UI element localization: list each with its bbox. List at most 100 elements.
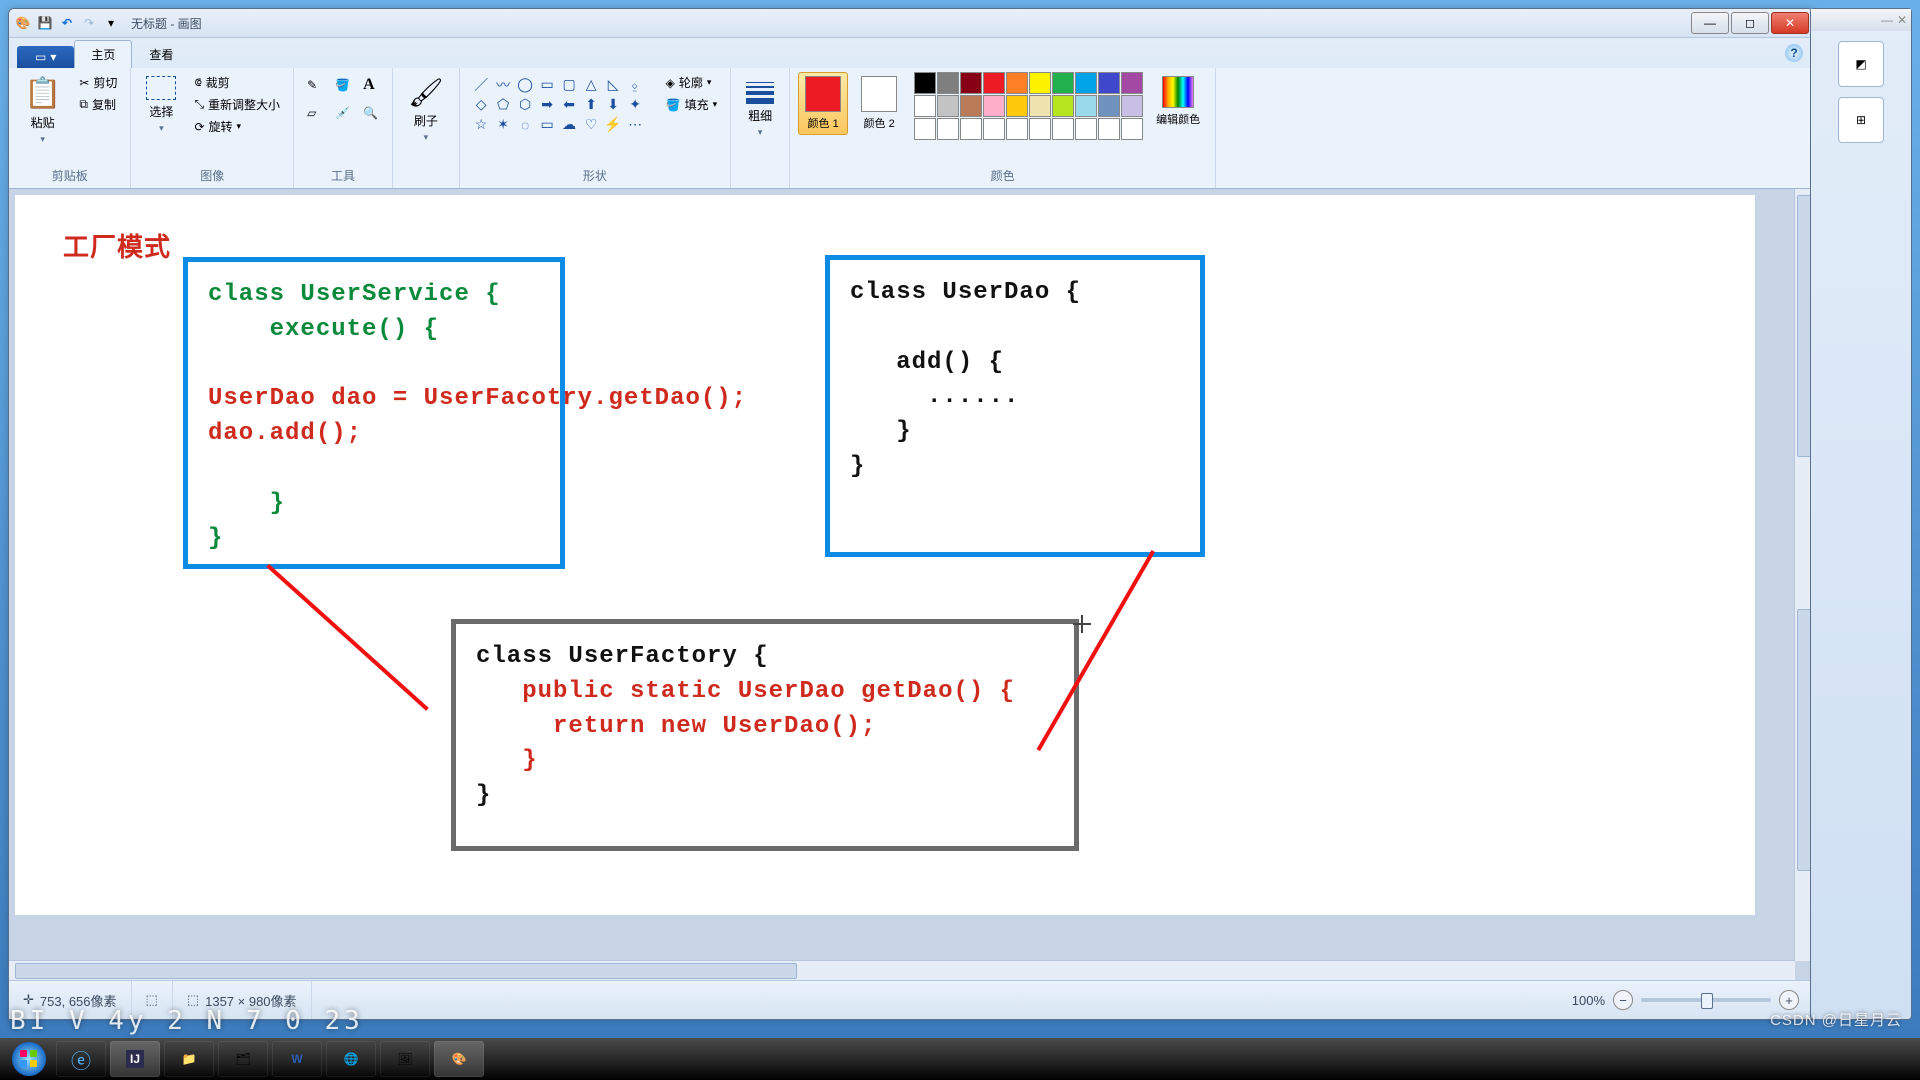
color-swatch[interactable] <box>1006 95 1028 117</box>
color1-button[interactable]: 颜色 1 <box>798 72 848 135</box>
copy-button[interactable]: ⧉复制 <box>74 94 122 115</box>
shapes-gallery[interactable]: ／ 〰 ◯ ▭ ▢ △ ◺ ⍚ ◇ ⬠ ⬡ ➡ ⬅ <box>468 72 649 137</box>
color-swatch[interactable] <box>1075 95 1097 117</box>
taskbar-ie[interactable]: ⓔ <box>56 1041 106 1077</box>
color-swatch[interactable] <box>1006 72 1028 94</box>
color-swatch[interactable] <box>937 95 959 117</box>
color-swatch[interactable] <box>960 118 982 140</box>
save-button[interactable]: 💾 <box>35 13 55 33</box>
shape-lightning[interactable]: ⚡ <box>603 115 624 134</box>
color-swatch[interactable] <box>1052 118 1074 140</box>
zoom-slider[interactable] <box>1641 998 1771 1002</box>
color-swatch[interactable] <box>983 95 1005 117</box>
close-button[interactable]: ✕ <box>1771 12 1809 34</box>
taskbar-paint[interactable]: 🎨 <box>434 1041 484 1077</box>
app-icon[interactable]: 🎨 <box>13 13 33 33</box>
fill-tool[interactable]: 🪣 <box>330 72 356 98</box>
color-swatch[interactable] <box>1098 72 1120 94</box>
taskbar-chrome[interactable]: 🌐 <box>326 1041 376 1077</box>
color-swatch[interactable] <box>914 95 936 117</box>
color-swatch[interactable] <box>1029 95 1051 117</box>
shape-rtriangle[interactable]: ◺ <box>603 75 624 94</box>
color-swatch[interactable] <box>960 72 982 94</box>
shape-triangle[interactable]: △ <box>581 75 602 94</box>
shape-oval[interactable]: ◯ <box>515 75 536 94</box>
color-swatch[interactable] <box>1029 118 1051 140</box>
crop-button[interactable]: ⟃裁剪 <box>189 72 285 93</box>
shape-arrow-u[interactable]: ⬆ <box>581 95 602 114</box>
color-swatch[interactable] <box>983 72 1005 94</box>
scrollbar-thumb[interactable] <box>1797 195 1811 457</box>
taskbar-word[interactable]: W <box>272 1041 322 1077</box>
scrollbar-thumb-2[interactable] <box>1797 609 1811 871</box>
shape-4star[interactable]: ✦ <box>625 95 646 114</box>
shape-polygon[interactable]: ⍚ <box>625 75 646 94</box>
picker-tool[interactable]: 💉 <box>330 100 356 126</box>
shape-5star[interactable]: ☆ <box>471 115 492 134</box>
shape-diamond[interactable]: ◇ <box>471 95 492 114</box>
color-swatch[interactable] <box>1121 118 1143 140</box>
taskbar-explorer[interactable]: 🗂 <box>218 1041 268 1077</box>
resize-button[interactable]: ⤡重新调整大小 <box>189 94 285 115</box>
outline-button[interactable]: ◈轮廓▾ <box>661 72 723 93</box>
edit-colors-button[interactable]: 编辑颜色 <box>1149 72 1207 131</box>
undo-button[interactable]: ↶ <box>57 13 77 33</box>
color-swatch[interactable] <box>1006 118 1028 140</box>
start-button[interactable] <box>6 1040 52 1078</box>
color-swatch[interactable] <box>1121 95 1143 117</box>
shape-hexagon[interactable]: ⬡ <box>515 95 536 114</box>
color-swatch[interactable] <box>1052 95 1074 117</box>
size-button[interactable]: 粗细 ▾ <box>739 72 781 142</box>
color-swatch[interactable] <box>914 118 936 140</box>
color2-button[interactable]: 颜色 2 <box>854 72 904 135</box>
color-swatch[interactable] <box>1029 72 1051 94</box>
zoom-in-button[interactable]: + <box>1779 990 1799 1010</box>
shape-line[interactable]: ／ <box>471 75 492 94</box>
horizontal-scrollbar[interactable] <box>9 960 1795 981</box>
brush-button[interactable]: 🖌 刷子 ▾ <box>401 72 451 147</box>
color-swatch[interactable] <box>960 95 982 117</box>
color-swatch[interactable] <box>914 72 936 94</box>
color-swatch[interactable] <box>1098 95 1120 117</box>
file-tab[interactable]: ▭ ▾ <box>17 46 74 68</box>
taskbar-ide[interactable]: IJ <box>110 1041 160 1077</box>
shape-arrow-d[interactable]: ⬇ <box>603 95 624 114</box>
panel-close-icon[interactable]: ✕ <box>1897 13 1907 27</box>
fill-button[interactable]: 🪣填充▾ <box>661 94 723 115</box>
shape-callout-round[interactable]: ◌ <box>515 115 536 134</box>
eraser-tool[interactable]: ▱ <box>302 100 328 126</box>
help-button[interactable]: ? <box>1785 44 1803 62</box>
color-swatch[interactable] <box>1075 118 1097 140</box>
tab-home[interactable]: 主页 <box>74 40 132 68</box>
paste-button[interactable]: 📋 粘贴 ▾ <box>17 72 68 149</box>
color-swatch[interactable] <box>983 118 1005 140</box>
select-button[interactable]: 选择 ▾ <box>139 72 183 138</box>
shape-arrow-r[interactable]: ➡ <box>537 95 558 114</box>
taskbar-app2[interactable]: 🖼 <box>380 1041 430 1077</box>
color-swatch[interactable] <box>1052 72 1074 94</box>
shape-heart[interactable]: ♡ <box>581 115 602 134</box>
zoom-tool[interactable]: 🔍 <box>358 100 384 126</box>
cut-button[interactable]: ✂剪切 <box>74 72 122 93</box>
text-tool[interactable]: A <box>358 72 384 98</box>
taskbar-app1[interactable]: 📁 <box>164 1041 214 1077</box>
color-swatch[interactable] <box>937 118 959 140</box>
zoom-out-button[interactable]: − <box>1613 990 1633 1010</box>
shape-pentagon[interactable]: ⬠ <box>493 95 514 114</box>
color-swatch[interactable] <box>1098 118 1120 140</box>
redo-button[interactable]: ↷ <box>79 13 99 33</box>
maximize-button[interactable]: ◻ <box>1731 12 1769 34</box>
shape-callout-cloud[interactable]: ☁ <box>559 115 580 134</box>
minimize-button[interactable]: — <box>1691 12 1729 34</box>
shape-roundrect[interactable]: ▢ <box>559 75 580 94</box>
color-swatch[interactable] <box>1075 72 1097 94</box>
color-swatch[interactable] <box>1121 72 1143 94</box>
tab-view[interactable]: 查看 <box>132 40 190 68</box>
color-swatch[interactable] <box>937 72 959 94</box>
canvas[interactable]: 工厂模式 class UserService { execute() { Use… <box>15 195 1755 915</box>
pencil-tool[interactable]: ✎ <box>302 72 328 98</box>
rotate-button[interactable]: ⟳旋转▾ <box>189 116 285 137</box>
qat-dropdown[interactable]: ▾ <box>101 13 121 33</box>
shape-more[interactable]: ⋯ <box>625 115 646 134</box>
shape-rect[interactable]: ▭ <box>537 75 558 94</box>
